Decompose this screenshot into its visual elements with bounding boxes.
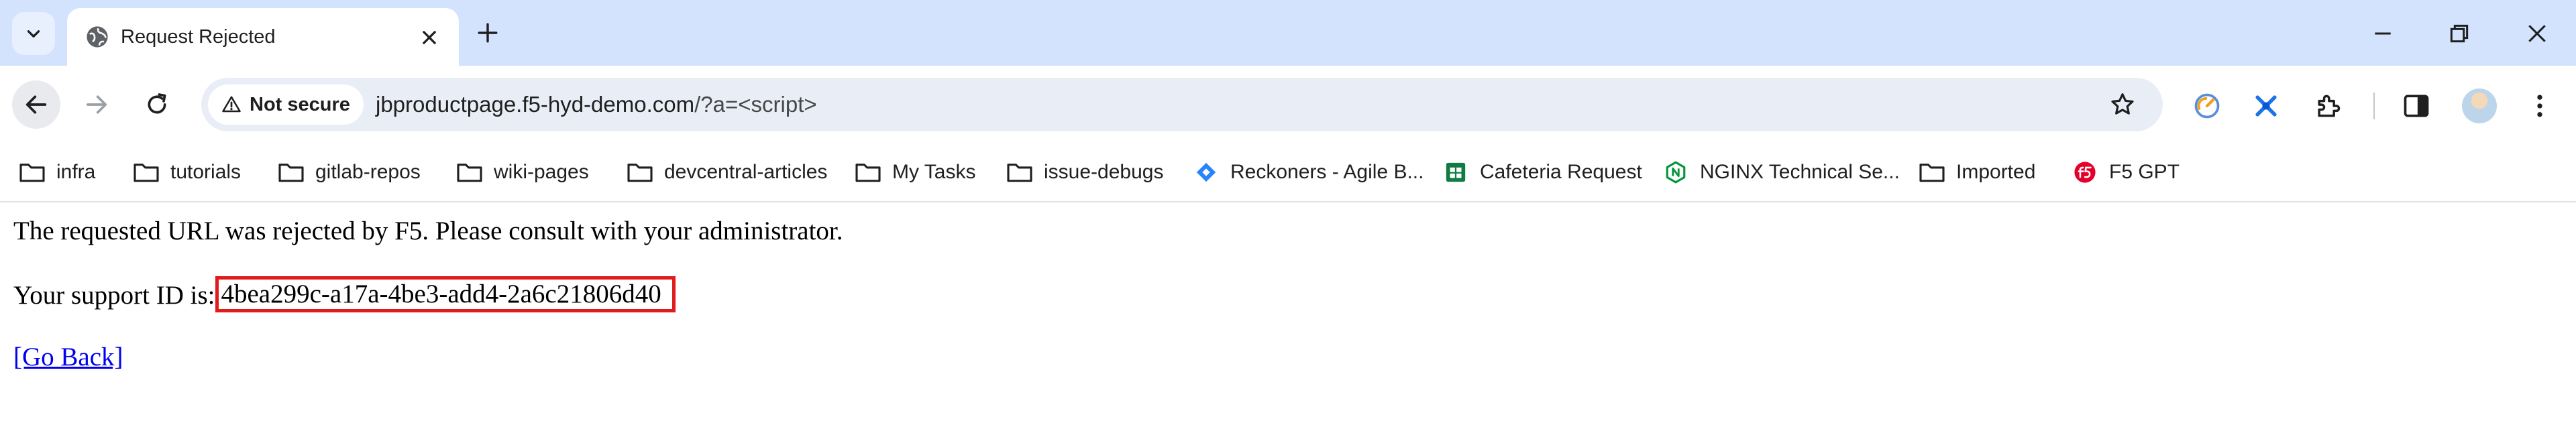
url-host: jbproductpage.f5-hyd-demo.com — [376, 92, 695, 117]
forward-button[interactable] — [72, 80, 121, 129]
bookmark-label: Reckoners - Agile B... — [1230, 161, 1424, 183]
rejection-message: The requested URL was rejected by F5. Pl… — [13, 217, 843, 245]
active-tab[interactable]: Request Rejected — [67, 8, 459, 66]
extension-tools-icon[interactable] — [2251, 91, 2281, 121]
close-icon[interactable] — [420, 28, 439, 47]
support-id-value: 4bea299c-a17a-4be3-add4-2a6c21806d40 — [215, 276, 676, 312]
back-button[interactable] — [12, 80, 60, 129]
bookmark-label: wiki-pages — [494, 161, 589, 183]
profile-avatar[interactable] — [2462, 88, 2497, 123]
reload-button[interactable] — [133, 80, 181, 129]
reload-icon — [148, 93, 166, 114]
tab-search-button[interactable] — [12, 12, 55, 55]
folder-icon — [1007, 164, 1032, 182]
tab-title: Request Rejected — [121, 26, 276, 48]
restore-icon[interactable] — [2446, 20, 2473, 47]
bookmark-my-tasks[interactable]: My Tasks — [855, 143, 975, 201]
bookmark-issue-debugs[interactable]: issue-debugs — [1006, 143, 1163, 201]
folder-icon — [855, 164, 881, 182]
star-icon[interactable] — [2109, 91, 2136, 118]
bookmark-label: gitlab-repos — [315, 161, 421, 183]
bookmark-imported[interactable]: Imported — [1919, 143, 2035, 201]
nginx-icon — [1666, 161, 1686, 184]
bookmark-devcentral-articles[interactable]: devcentral-articles — [627, 143, 827, 201]
side-panel-icon[interactable] — [2402, 91, 2431, 121]
bookmark-nginx[interactable]: NGINX Technical Se... — [1662, 143, 1900, 201]
minimize-icon[interactable] — [2369, 20, 2396, 47]
folder-icon — [1919, 164, 1945, 182]
go-back-link[interactable]: [Go Back] — [13, 341, 123, 374]
bookmark-label: F5 GPT — [2109, 161, 2180, 183]
extensions-puzzle-icon[interactable] — [2313, 91, 2343, 121]
new-tab-plus-icon[interactable] — [476, 21, 499, 44]
warning-triangle-icon — [222, 96, 241, 113]
url-text[interactable]: jbproductpage.f5-hyd-demo.com/?a=<script… — [376, 78, 817, 131]
bookmark-cafeteria-request[interactable]: Cafeteria Request — [1442, 143, 1642, 201]
bookmark-gitlab-repos[interactable]: gitlab-repos — [278, 143, 421, 201]
security-label: Not secure — [250, 94, 350, 115]
toolbar: Not secure jbproductpage.f5-hyd-demo.com… — [0, 66, 2576, 143]
f5-logo-icon — [2074, 162, 2096, 183]
bookmark-tutorials[interactable]: tutorials — [133, 143, 241, 201]
close-window-icon[interactable] — [2524, 20, 2551, 47]
bookmark-label: My Tasks — [892, 161, 976, 183]
bookmark-label: Imported — [1956, 161, 2036, 183]
toolbar-divider — [2373, 93, 2375, 119]
chevron-down-icon — [27, 30, 40, 38]
folder-icon — [457, 164, 482, 182]
bookmarks-bar: infra tutorials gitlab-repos wiki-pages … — [0, 143, 2576, 202]
bookmark-reckoners[interactable]: Reckoners - Agile B... — [1193, 143, 1424, 201]
bookmark-f5-gpt[interactable]: F5 GPT — [2072, 143, 2180, 201]
bookmark-label: tutorials — [170, 161, 241, 183]
sheets-icon — [1446, 162, 1466, 182]
folder-icon — [133, 164, 159, 182]
arrow-left-icon — [25, 95, 47, 114]
bookmark-wiki-pages[interactable]: wiki-pages — [456, 143, 589, 201]
tab-strip: Request Rejected — [0, 0, 2576, 66]
globe-icon — [87, 26, 108, 48]
support-id-line: Your support ID is: 4bea299c-a17a-4be3-ad… — [13, 276, 676, 314]
folder-icon — [19, 164, 45, 182]
bookmark-label: infra — [56, 161, 96, 183]
bookmark-label: devcentral-articles — [664, 161, 828, 183]
support-id-label: Your support ID is: — [13, 281, 215, 310]
jira-diamond-icon — [1196, 162, 1216, 182]
arrow-right-icon — [86, 95, 107, 114]
security-chip[interactable]: Not secure — [208, 84, 364, 125]
bookmark-infra[interactable]: infra — [19, 143, 95, 201]
url-path: /?a=<script> — [694, 92, 817, 117]
bookmark-label: issue-debugs — [1044, 161, 1164, 183]
bookmark-label: NGINX Technical Se... — [1700, 161, 1900, 183]
extension-speed-icon[interactable] — [2192, 91, 2222, 121]
address-bar[interactable]: Not secure jbproductpage.f5-hyd-demo.com… — [201, 78, 2163, 131]
bookmark-label: Cafeteria Request — [1480, 161, 1642, 183]
page-content: The requested URL was rejected by F5. Pl… — [13, 201, 2563, 421]
folder-icon — [627, 164, 653, 182]
folder-icon — [278, 164, 304, 182]
more-menu-icon[interactable] — [2525, 91, 2555, 121]
